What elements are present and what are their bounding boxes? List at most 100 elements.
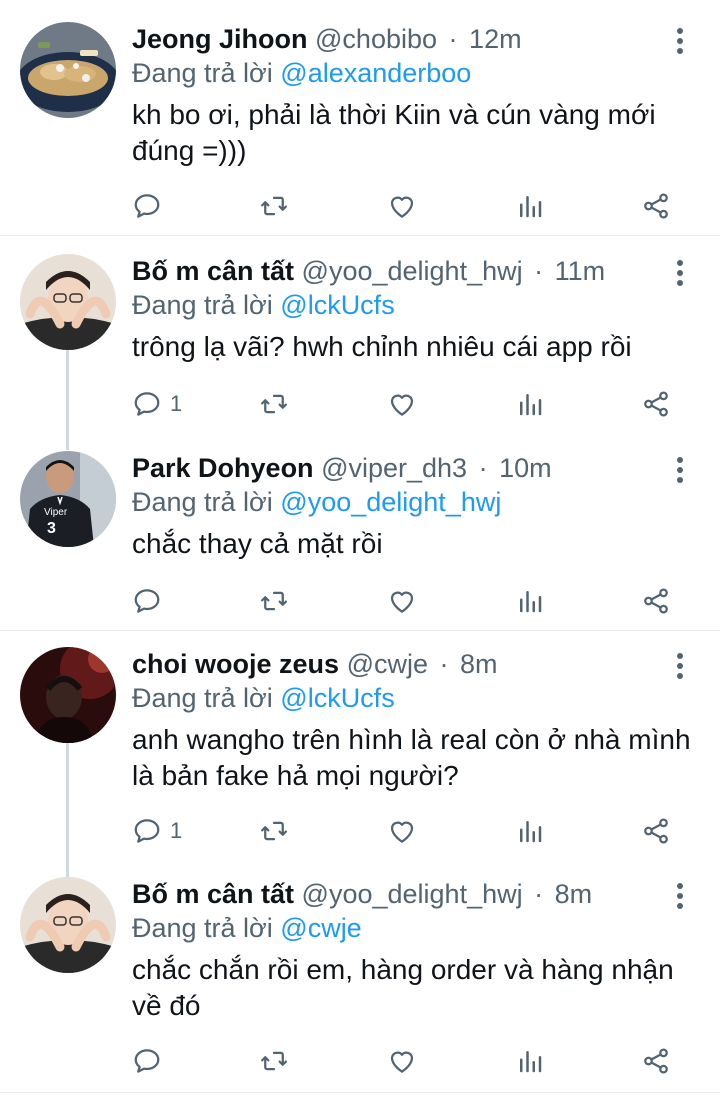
replying-to-label: Đang trả lời [132,487,273,517]
display-name[interactable]: Park Dohyeon [132,453,314,483]
share-button[interactable] [641,583,671,619]
avatar[interactable] [20,877,116,973]
avatar-dark-red-image [20,647,116,743]
tweet-text: chắc thay cả mặt rồi [132,528,383,559]
mention-link[interactable]: @lckUcfs [280,290,394,320]
jersey-name: Viper [44,507,68,518]
like-button[interactable] [387,1043,417,1079]
timestamp[interactable]: 8m [555,879,593,909]
replying-to: Đang trả lời @cwje [132,911,362,945]
like-button[interactable] [387,583,417,619]
timestamp[interactable]: 10m [499,453,552,483]
retweet-button[interactable] [259,813,289,849]
separator: · [448,24,458,54]
retweet-icon [261,394,287,414]
tweet-header: Park Dohyeon @viper_dh3 · 10m [132,451,552,485]
avatar-food-image [20,22,116,118]
display-name[interactable]: Bố m cân tất [132,256,294,286]
reply-button[interactable] [132,583,170,619]
reply-count: 1 [170,391,183,416]
like-button[interactable] [387,813,417,849]
reply-button[interactable]: 1 [132,813,182,849]
tweet[interactable]: Jeong Jihoon @chobibo · 12m Đang trả lời… [0,0,720,236]
replying-to-label: Đang trả lời [132,913,273,943]
share-button[interactable] [641,1043,671,1079]
more-vertical-icon[interactable] [670,26,690,56]
display-name[interactable]: choi wooje zeus [132,649,339,679]
retweet-icon [261,821,287,841]
reply-icon [134,1049,160,1073]
stats-button[interactable] [515,188,545,224]
tweet[interactable]: Bố m cân tất @yoo_delight_hwj · 8m Đang … [0,855,720,1093]
retweet-button[interactable] [259,583,289,619]
mention-link[interactable]: @alexanderboo [280,58,471,88]
more-vertical-icon[interactable] [670,651,690,681]
tweet-header: Jeong Jihoon @chobibo · 12m [132,22,522,56]
share-button[interactable] [641,188,671,224]
action-bar [132,1043,696,1079]
separator: · [534,879,544,909]
jersey-number: 3 [47,520,56,537]
heart-icon [390,591,414,613]
stats-icon [520,1051,542,1073]
reply-icon [134,392,160,416]
like-button[interactable] [387,188,417,224]
share-icon [644,391,668,417]
more-vertical-icon[interactable] [670,881,690,911]
share-icon [644,193,668,219]
more-vertical-icon[interactable] [670,258,690,288]
share-button[interactable] [641,813,671,849]
stats-button[interactable] [515,386,545,422]
retweet-icon [261,196,287,216]
tweet[interactable]: Bố m cân tất @yoo_delight_hwj · 11m Đang… [0,232,720,432]
stats-icon [520,196,542,218]
timestamp[interactable]: 12m [469,24,522,54]
share-button[interactable] [641,386,671,422]
avatar[interactable]: Viper 3 [20,451,116,547]
separator: · [534,256,544,286]
user-handle[interactable]: @cwje [347,649,428,679]
more-vertical-icon[interactable] [670,455,690,485]
tweet-header: Bố m cân tất @yoo_delight_hwj · 8m [132,877,592,911]
retweet-icon [261,1051,287,1071]
mention-link[interactable]: @yoo_delight_hwj [280,487,501,517]
avatar[interactable] [20,254,116,350]
reply-button[interactable]: 1 [132,386,182,422]
retweet-button[interactable] [259,1043,289,1079]
tweet[interactable]: choi wooje zeus @cwje · 8m Đang trả lời … [0,625,720,859]
user-handle[interactable]: @yoo_delight_hwj [302,256,523,286]
retweet-button[interactable] [259,188,289,224]
reply-button[interactable] [132,1043,170,1079]
timestamp[interactable]: 11m [555,256,606,286]
stats-icon [520,394,542,416]
avatar-player-image: Viper 3 [20,451,116,547]
tweet-header: choi wooje zeus @cwje · 8m [132,647,498,681]
share-icon [644,1048,668,1074]
tweet-header: Bố m cân tất @yoo_delight_hwj · 11m [132,254,605,288]
mention-link[interactable]: @lckUcfs [280,683,394,713]
tweet[interactable]: Viper 3 Park Dohyeon @viper_dh3 · 10m Đa… [0,429,720,631]
user-handle[interactable]: @viper_dh3 [321,453,467,483]
user-handle[interactable]: @chobibo [315,24,437,54]
user-handle[interactable]: @yoo_delight_hwj [302,879,523,909]
display-name[interactable]: Jeong Jihoon [132,24,308,54]
stats-button[interactable] [515,1043,545,1079]
avatar-person-heart-image [20,254,116,350]
display-name[interactable]: Bố m cân tất [132,879,294,909]
avatar-person-heart-image [20,877,116,973]
stats-button[interactable] [515,813,545,849]
retweet-button[interactable] [259,386,289,422]
stats-icon [520,821,542,843]
replying-to: Đang trả lời @lckUcfs [132,681,395,715]
timestamp[interactable]: 8m [460,649,498,679]
avatar[interactable] [20,647,116,743]
stats-button[interactable] [515,583,545,619]
mention-link[interactable]: @cwje [280,913,361,943]
retweet-icon [261,591,287,611]
avatar[interactable] [20,22,116,118]
reply-button[interactable] [132,188,170,224]
share-icon [644,818,668,844]
tweet-text: trông lạ vãi? hwh chỉnh nhiêu cái app rồ… [132,331,632,362]
action-bar [132,583,696,619]
like-button[interactable] [387,386,417,422]
